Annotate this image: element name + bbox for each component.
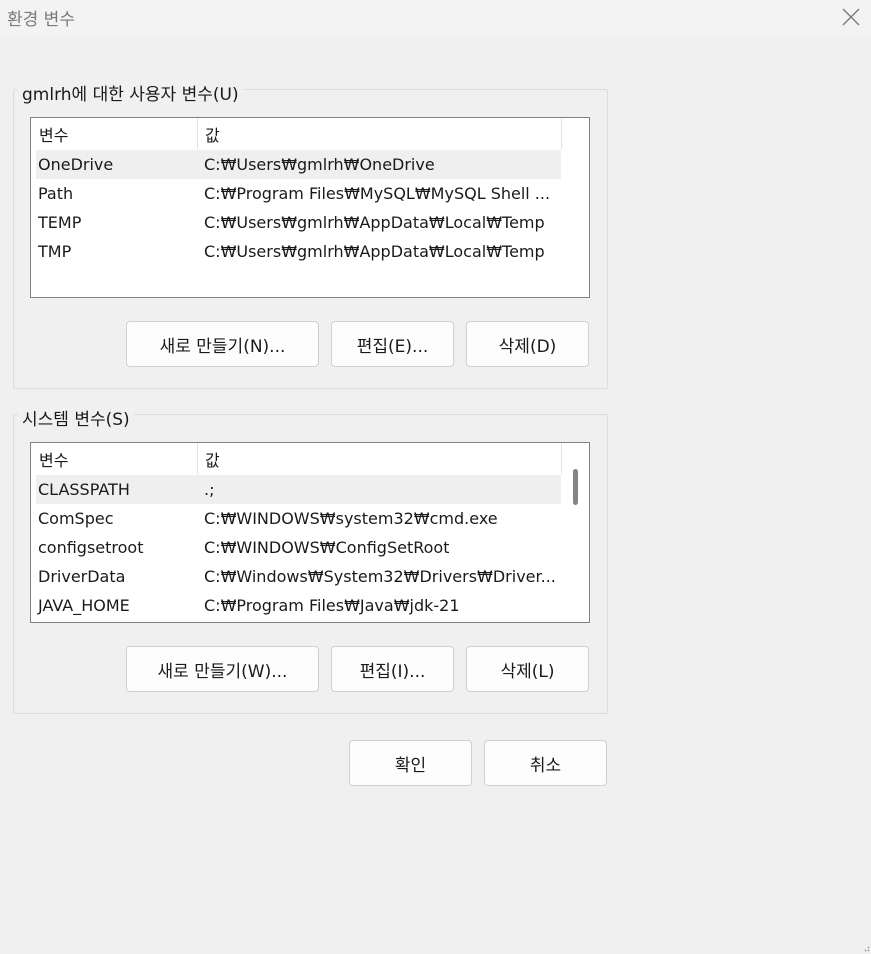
- user-new-button[interactable]: 새로 만들기(N)...: [126, 321, 319, 367]
- row-value: C:₩Windows₩System32₩Drivers₩Driver...: [204, 567, 556, 586]
- row-value: C:₩WINDOWS₩ConfigSetRoot: [204, 538, 450, 557]
- close-button[interactable]: [836, 3, 866, 31]
- column-header-value[interactable]: 값: [205, 122, 220, 146]
- row-name: TEMP: [38, 213, 82, 232]
- user-variables-list[interactable]: 변수 값 OneDrive C:₩Users₩gmlrh₩OneDrive Pa…: [30, 117, 590, 298]
- ok-button[interactable]: 확인: [349, 740, 472, 786]
- row-name: Path: [38, 184, 74, 203]
- table-row[interactable]: ComSpec C:₩WINDOWS₩system32₩cmd.exe: [36, 504, 561, 533]
- close-icon: [842, 8, 860, 26]
- column-header-name[interactable]: 변수: [39, 122, 68, 146]
- row-value: C:₩Users₩gmlrh₩OneDrive: [204, 155, 435, 174]
- table-row[interactable]: configsetroot C:₩WINDOWS₩ConfigSetRoot: [36, 533, 561, 562]
- table-row[interactable]: DriverData C:₩Windows₩System32₩Drivers₩D…: [36, 562, 561, 591]
- table-row[interactable]: TEMP C:₩Users₩gmlrh₩AppData₩Local₩Temp: [36, 208, 561, 237]
- resize-grip-icon[interactable]: [862, 944, 870, 952]
- list-header: 변수 값: [31, 443, 562, 474]
- table-row[interactable]: Path C:₩Program Files₩MySQL₩MySQL Shell …: [36, 179, 561, 208]
- table-row[interactable]: OneDrive C:₩Users₩gmlrh₩OneDrive: [36, 150, 561, 179]
- user-edit-button[interactable]: 편집(E)...: [331, 321, 454, 367]
- system-variables-list[interactable]: 변수 값 CLASSPATH .; ComSpec C:₩WINDOWS₩sys…: [30, 442, 590, 623]
- title-bar: 환경 변수: [0, 0, 871, 38]
- row-value: C:₩Program Files₩Java₩jdk-21: [204, 596, 460, 615]
- column-divider: [197, 118, 198, 149]
- column-divider: [561, 443, 562, 474]
- user-variables-legend: gmlrh에 대한 사용자 변수(U): [18, 80, 243, 105]
- table-row[interactable]: TMP C:₩Users₩gmlrh₩AppData₩Local₩Temp: [36, 237, 561, 266]
- user-delete-button[interactable]: 삭제(D): [466, 321, 589, 367]
- column-divider: [197, 443, 198, 474]
- row-name: ComSpec: [38, 509, 114, 528]
- row-name: JAVA_HOME: [38, 596, 130, 615]
- row-name: DriverData: [38, 567, 126, 586]
- row-name: TMP: [38, 242, 72, 261]
- row-name: OneDrive: [38, 155, 114, 174]
- cancel-button[interactable]: 취소: [484, 740, 607, 786]
- system-edit-button[interactable]: 편집(I)...: [331, 646, 454, 692]
- system-new-button[interactable]: 새로 만들기(W)...: [126, 646, 319, 692]
- table-row[interactable]: JAVA_HOME C:₩Program Files₩Java₩jdk-21: [36, 591, 561, 620]
- row-value: .;: [204, 480, 215, 499]
- table-row[interactable]: CLASSPATH .;: [36, 475, 561, 504]
- row-name: configsetroot: [38, 538, 144, 557]
- system-delete-button[interactable]: 삭제(L): [466, 646, 589, 692]
- list-header: 변수 값: [31, 118, 562, 149]
- window-title: 환경 변수: [7, 10, 75, 30]
- row-value: C:₩Program Files₩MySQL₩MySQL Shell ...: [204, 184, 551, 203]
- system-variables-legend: 시스템 변수(S): [18, 405, 134, 430]
- scrollbar-thumb[interactable]: [573, 469, 578, 505]
- column-header-value[interactable]: 값: [205, 447, 220, 471]
- column-header-name[interactable]: 변수: [39, 447, 68, 471]
- row-value: C:₩Users₩gmlrh₩AppData₩Local₩Temp: [204, 242, 545, 261]
- column-divider: [561, 118, 562, 149]
- row-value: C:₩WINDOWS₩system32₩cmd.exe: [204, 509, 498, 528]
- row-name: CLASSPATH: [38, 480, 130, 499]
- row-value: C:₩Users₩gmlrh₩AppData₩Local₩Temp: [204, 213, 545, 232]
